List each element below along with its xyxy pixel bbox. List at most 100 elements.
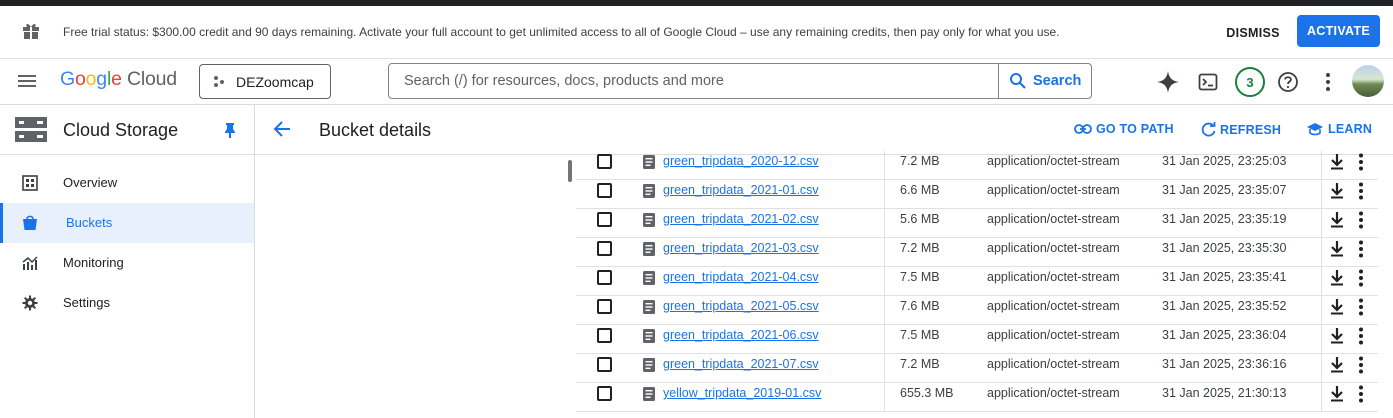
table-row: green_tripdata_2021-07.csv 7.2 MB applic…	[576, 354, 1378, 383]
file-name-link[interactable]: green_tripdata_2021-01.csv	[663, 183, 819, 197]
account-avatar[interactable]	[1352, 65, 1384, 97]
row-checkbox[interactable]	[597, 386, 612, 401]
trial-message: Free trial status: $300.00 credit and 90…	[63, 25, 1060, 39]
table-row: green_tripdata_2021-05.csv 7.6 MB applic…	[576, 296, 1378, 325]
table-row: yellow_tripdata_2019-01.csv 655.3 MB app…	[576, 383, 1378, 412]
dismiss-button[interactable]: DISMISS	[1214, 18, 1292, 48]
more-vert-icon[interactable]	[1358, 153, 1364, 176]
row-checkbox[interactable]	[597, 154, 612, 169]
go-to-path-button[interactable]: GO TO PATH	[1074, 122, 1174, 136]
file-name-link[interactable]: green_tripdata_2021-04.csv	[663, 270, 819, 284]
column-divider	[884, 354, 885, 383]
row-checkbox[interactable]	[597, 357, 612, 372]
back-arrow-icon[interactable]	[273, 120, 291, 143]
download-icon[interactable]	[1329, 182, 1345, 205]
sidebar-item-label: Buckets	[66, 215, 113, 230]
sidebar-item-label: Overview	[63, 175, 118, 190]
row-checkbox[interactable]	[597, 328, 612, 343]
activate-button[interactable]: ACTIVATE	[1297, 15, 1380, 47]
download-icon[interactable]	[1329, 385, 1345, 408]
file-size: 7.2 MB	[900, 241, 940, 255]
page-title: Bucket details	[319, 120, 432, 140]
project-icon	[212, 75, 226, 89]
refresh-button[interactable]: REFRESH	[1201, 122, 1281, 137]
cloud-storage-icon	[15, 117, 47, 148]
file-name-link[interactable]: green_tripdata_2021-07.csv	[663, 357, 819, 371]
search-button-label: Search	[1033, 73, 1082, 89]
search-input[interactable]: Search (/) for resources, docs, products…	[404, 73, 724, 89]
link-icon	[1074, 124, 1092, 134]
overview-icon	[22, 175, 38, 191]
table-row: green_tripdata_2021-04.csv 7.5 MB applic…	[576, 267, 1378, 296]
cloud-shell-icon[interactable]	[1195, 69, 1221, 95]
more-vert-icon[interactable]	[1315, 69, 1341, 95]
download-icon[interactable]	[1329, 298, 1345, 321]
file-name-link[interactable]: green_tripdata_2021-06.csv	[663, 328, 819, 342]
file-name-link[interactable]: yellow_tripdata_2019-01.csv	[663, 386, 821, 400]
row-checkbox[interactable]	[597, 183, 612, 198]
file-size: 7.2 MB	[900, 357, 940, 371]
sidebar-item-monitoring[interactable]: Monitoring	[0, 243, 254, 283]
more-vert-icon[interactable]	[1358, 211, 1364, 234]
column-divider	[1321, 354, 1322, 383]
objects-table: green_tripdata_2020-12.csv 7.2 MB applic…	[576, 151, 1378, 418]
scrollbar-thumb[interactable]	[568, 160, 572, 182]
file-icon	[643, 329, 655, 348]
more-vert-icon[interactable]	[1358, 182, 1364, 205]
row-checkbox[interactable]	[597, 241, 612, 256]
download-icon[interactable]	[1329, 240, 1345, 263]
learn-button[interactable]: LEARN	[1306, 122, 1372, 136]
school-icon	[1307, 123, 1323, 136]
sidebar-item-buckets[interactable]: Buckets	[0, 203, 254, 243]
row-checkbox[interactable]	[597, 299, 612, 314]
more-vert-icon[interactable]	[1358, 356, 1364, 379]
sidebar-item-label: Monitoring	[63, 255, 124, 270]
google-cloud-logo[interactable]: Google Cloud	[60, 68, 177, 91]
download-icon[interactable]	[1329, 327, 1345, 350]
file-name-link[interactable]: green_tripdata_2021-03.csv	[663, 241, 819, 255]
search-button[interactable]: Search	[998, 64, 1092, 98]
pin-icon[interactable]	[223, 122, 237, 143]
file-icon	[643, 184, 655, 203]
file-name-link[interactable]: green_tripdata_2021-02.csv	[663, 212, 819, 226]
table-row: green_tripdata_2021-01.csv 6.6 MB applic…	[576, 180, 1378, 209]
column-divider	[1321, 238, 1322, 267]
bucket-icon	[22, 215, 38, 231]
download-icon[interactable]	[1329, 356, 1345, 379]
download-icon[interactable]	[1329, 211, 1345, 234]
column-divider	[884, 383, 885, 412]
search-bar[interactable]: Search (/) for resources, docs, products…	[388, 63, 1092, 99]
gemini-icon[interactable]	[1155, 69, 1181, 95]
file-name-link[interactable]: green_tripdata_2020-12.csv	[663, 154, 819, 168]
notifications-badge[interactable]: 3	[1235, 67, 1265, 97]
sidebar-header: Cloud Storage	[0, 105, 255, 155]
more-vert-icon[interactable]	[1358, 269, 1364, 292]
file-icon	[643, 358, 655, 377]
more-vert-icon[interactable]	[1358, 385, 1364, 408]
top-header: Google Cloud DEZoomcap Search (/) for re…	[0, 59, 1393, 105]
download-icon[interactable]	[1329, 269, 1345, 292]
more-vert-icon[interactable]	[1358, 327, 1364, 350]
sidebar-item-settings[interactable]: Settings	[0, 283, 254, 323]
more-vert-icon[interactable]	[1358, 240, 1364, 263]
file-created: 31 Jan 2025, 23:35:52	[1162, 299, 1287, 313]
gift-icon	[22, 22, 40, 40]
download-icon[interactable]	[1329, 153, 1345, 176]
help-icon[interactable]	[1275, 69, 1301, 95]
main-menu-icon[interactable]	[17, 71, 37, 91]
row-checkbox[interactable]	[597, 212, 612, 227]
file-created: 31 Jan 2025, 23:36:04	[1162, 328, 1287, 342]
file-icon	[643, 300, 655, 319]
file-name-link[interactable]: green_tripdata_2021-05.csv	[663, 299, 819, 313]
file-icon	[643, 387, 655, 406]
file-type: application/octet-stream	[987, 154, 1120, 168]
search-icon	[1010, 73, 1026, 89]
project-name: DEZoomcap	[236, 73, 314, 90]
project-picker[interactable]: DEZoomcap	[199, 64, 331, 99]
file-type: application/octet-stream	[987, 270, 1120, 284]
row-checkbox[interactable]	[597, 270, 612, 285]
file-size: 7.5 MB	[900, 328, 940, 342]
sidebar-item-overview[interactable]: Overview	[0, 163, 254, 203]
more-vert-icon[interactable]	[1358, 298, 1364, 321]
column-divider	[884, 238, 885, 267]
